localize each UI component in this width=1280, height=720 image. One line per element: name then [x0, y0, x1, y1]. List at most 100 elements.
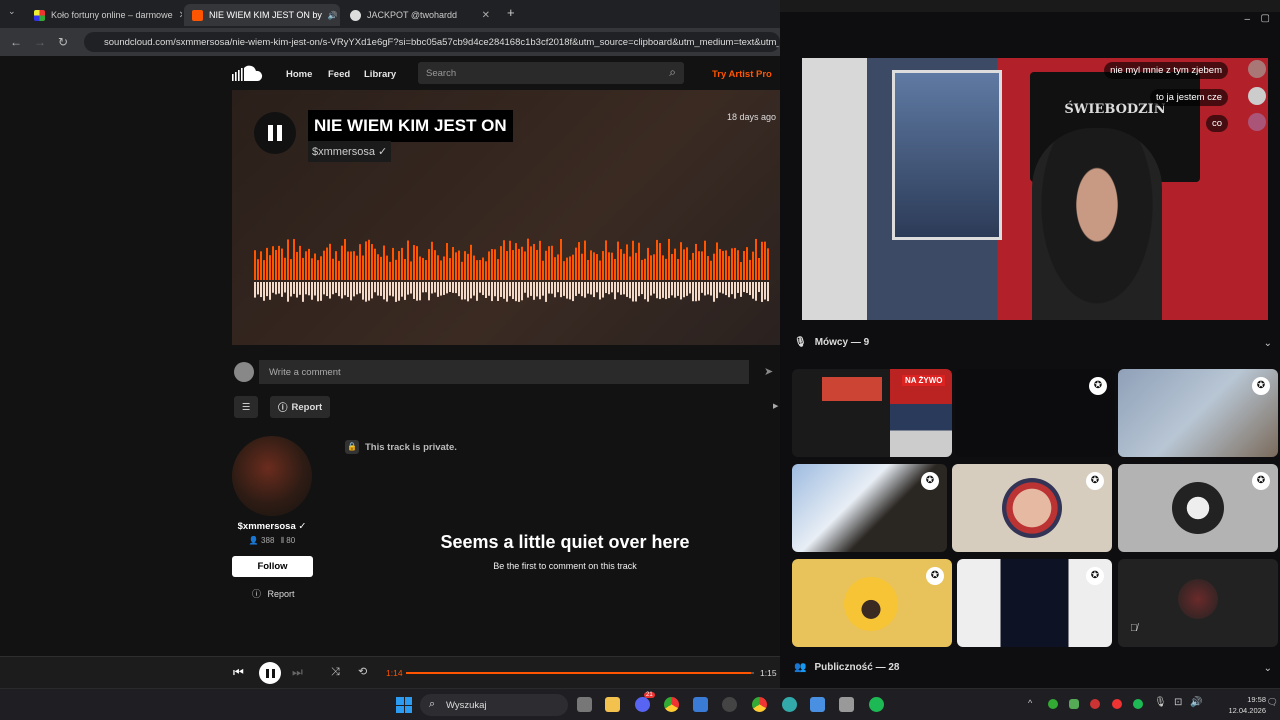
speaker-tile[interactable]: ✪ — [1118, 369, 1278, 457]
windows-start-icon[interactable] — [396, 697, 412, 713]
waveform-reflection-bar — [758, 282, 760, 293]
speaker-tile-stream[interactable]: NA ŻYWO — [792, 369, 952, 457]
artist-avatar[interactable] — [232, 436, 312, 516]
tab-soundcloud[interactable]: NIE WIEM KIM JEST ON by 🔊 ✕ — [184, 4, 340, 26]
tray-icon[interactable] — [1090, 699, 1100, 709]
waveform-reflection-bar — [320, 282, 322, 301]
chevron-down-icon[interactable]: ⌄ — [1264, 338, 1272, 349]
speakers-header[interactable]: 🎙 Mówcy — 9 — [794, 337, 869, 348]
add-to-playlist-button[interactable]: ☰ — [234, 396, 258, 418]
chevron-down-icon[interactable]: ⌄ — [1264, 663, 1272, 674]
report-link[interactable]: ⓘ Report — [252, 587, 295, 600]
report-button[interactable]: ⓘ Report — [270, 396, 331, 418]
waveform-bar — [254, 250, 256, 280]
speaker-tile[interactable]: ✪ — [952, 464, 1112, 552]
progress-bar[interactable] — [406, 672, 754, 674]
stage-badge-icon: ✪ — [921, 472, 939, 490]
pause-button[interactable] — [254, 112, 296, 154]
waveform-bar — [497, 259, 499, 280]
nav-feed[interactable]: Feed — [328, 69, 350, 80]
steam-icon[interactable] — [722, 697, 737, 712]
maximize-icon[interactable]: ▢ — [1261, 13, 1270, 24]
network-icon[interactable]: ⊡ — [1174, 697, 1182, 708]
waveform-reflection-bar — [566, 282, 568, 299]
notepad-icon[interactable] — [810, 697, 825, 712]
browser-icon[interactable] — [782, 697, 797, 712]
waveform[interactable] — [254, 238, 770, 302]
waveform-bar — [338, 260, 340, 280]
close-tab-icon[interactable]: ✕ — [482, 10, 490, 21]
nav-library[interactable]: Library — [364, 69, 396, 80]
calculator-icon[interactable] — [839, 697, 854, 712]
speaker-tile[interactable]: ✪ — [955, 369, 1115, 457]
nav-home[interactable]: Home — [286, 69, 312, 80]
microphone-icon[interactable]: 🎙 — [1154, 697, 1167, 708]
speaker-tile[interactable]: ✪ — [1118, 464, 1278, 552]
waveform-bar — [560, 238, 562, 280]
paint-icon[interactable] — [693, 697, 708, 712]
taskbar-search[interactable]: ⌕ Wyszukaj — [420, 694, 568, 716]
search-icon[interactable]: ⌕ — [669, 65, 676, 80]
comment-input[interactable]: Write a comment — [259, 360, 749, 384]
waveform-bar — [746, 247, 748, 280]
file-explorer-icon[interactable] — [605, 697, 620, 712]
speaker-icon[interactable]: 🔊 — [328, 11, 338, 20]
repeat-icon[interactable]: ⟲ — [358, 665, 367, 678]
player-pause-button[interactable] — [259, 662, 281, 684]
forward-icon[interactable]: → — [34, 35, 46, 49]
next-icon[interactable]: ⏭ — [292, 665, 303, 680]
artist-name[interactable]: $xmmersosa ✓ — [222, 521, 322, 532]
tray-icon[interactable] — [1069, 699, 1079, 709]
volume-icon[interactable]: 🔊 — [1190, 697, 1202, 708]
speaker-tile[interactable]: ✪ — [957, 559, 1112, 647]
try-artist-pro-link[interactable]: Try Artist Pro — [712, 69, 772, 80]
discord-icon[interactable] — [635, 697, 650, 712]
tab-jackpot[interactable]: JACKPOT @twohardd ✕ — [342, 4, 498, 26]
url-field[interactable]: soundcloud.com/sxmmersosa/nie-wiem-kim-j… — [84, 32, 780, 52]
waveform-reflection-bar — [305, 282, 307, 295]
waveform-bar — [323, 250, 325, 280]
waveform-reflection-bar — [653, 282, 655, 294]
waveform-reflection-bar — [521, 282, 523, 301]
clock[interactable]: 19:58 12.04.2026 — [1228, 694, 1266, 716]
close-tab-icon[interactable]: ✕ — [179, 10, 182, 21]
chevron-right-icon[interactable]: ▶ — [773, 402, 778, 410]
waveform-reflection-bar — [488, 282, 490, 296]
previous-icon[interactable]: ⏮ — [233, 665, 244, 680]
back-icon[interactable]: ← — [10, 35, 22, 49]
minimize-icon[interactable]: – — [1244, 14, 1250, 25]
soundcloud-logo-icon[interactable] — [232, 65, 266, 81]
speaker-tile[interactable]: ✪ — [792, 559, 952, 647]
waveform-reflection-bar — [602, 282, 604, 298]
chrome-icon[interactable] — [752, 697, 767, 712]
spotify-tray-icon[interactable] — [1133, 699, 1143, 709]
avatar — [1248, 60, 1266, 78]
waveform-bar — [377, 254, 379, 280]
tray-icon[interactable] — [1048, 699, 1058, 709]
tray-icon[interactable] — [1112, 699, 1122, 709]
main-stream[interactable]: ŚWIEBODZIN nie myl mnie z tym zjebem to … — [802, 58, 1268, 320]
notifications-icon[interactable]: 🗨 — [1267, 697, 1278, 708]
chevron-up-icon[interactable]: ^ — [1028, 698, 1032, 708]
speaker-tile[interactable]: 🎙̸ — [1118, 559, 1278, 647]
new-tab-icon[interactable]: + — [507, 5, 515, 20]
task-view-icon[interactable] — [577, 697, 592, 712]
waveform-bar — [623, 253, 625, 280]
reload-icon[interactable]: ↻ — [58, 35, 68, 49]
follow-button[interactable]: Follow — [232, 556, 313, 577]
waveform-reflection-bar — [446, 282, 448, 294]
waveform-bar — [740, 261, 742, 280]
audience-header[interactable]: 👥 Publiczność — 28 — [794, 662, 899, 673]
tab-kolo-fortuny[interactable]: Koło fortuny online – darmowe ✕ — [26, 4, 182, 26]
speaker-tile[interactable]: ✪ — [792, 464, 947, 552]
waveform-reflection-bar — [578, 282, 580, 294]
search-input[interactable]: Search ⌕ — [418, 62, 684, 84]
tab-list-icon[interactable]: ⌄ — [8, 6, 16, 17]
track-artist[interactable]: $xmmersosa ✓ — [308, 141, 392, 162]
spotify-icon[interactable] — [869, 697, 884, 712]
chrome-icon[interactable] — [664, 697, 679, 712]
shuffle-icon[interactable]: ⤨ — [331, 666, 340, 679]
send-icon[interactable]: ➤ — [764, 365, 773, 378]
waveform-bar — [554, 257, 556, 280]
waveform-bar — [269, 255, 271, 280]
